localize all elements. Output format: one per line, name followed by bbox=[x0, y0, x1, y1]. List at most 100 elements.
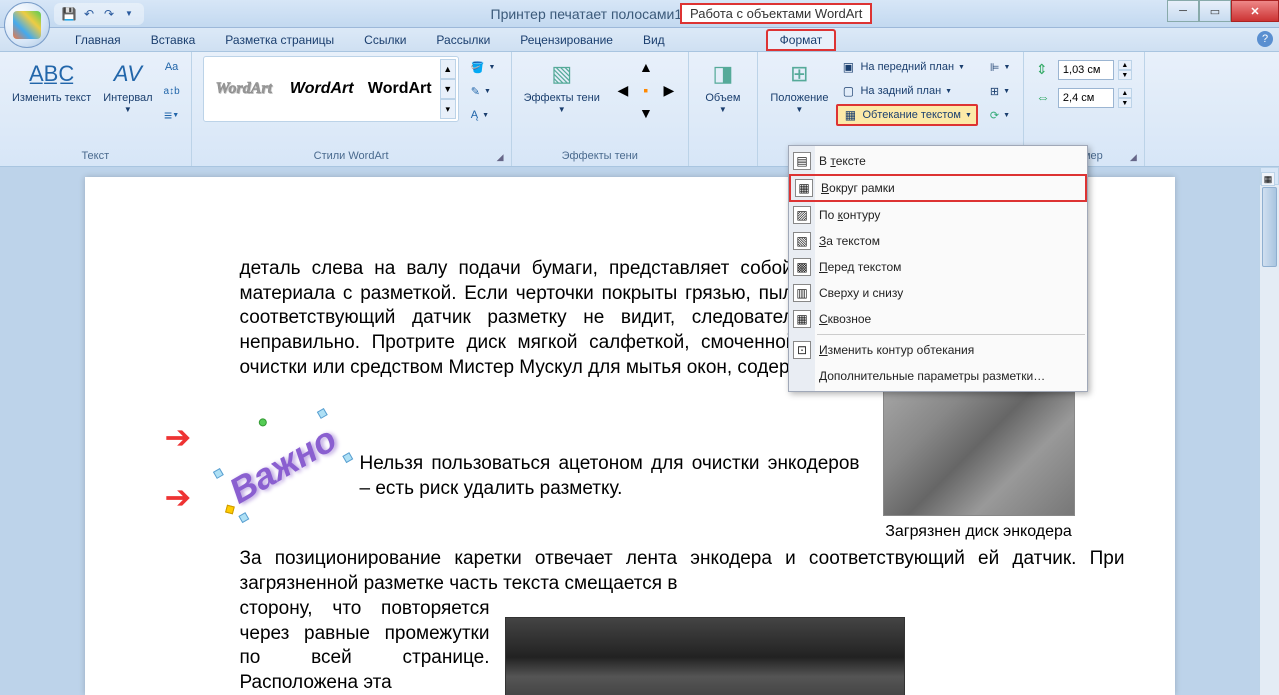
tab-format[interactable]: Формат bbox=[766, 29, 837, 51]
gallery-up-button[interactable]: ▲ bbox=[440, 59, 456, 79]
rotate-icon: ⟳ bbox=[990, 109, 999, 122]
encoder-disc-image[interactable] bbox=[883, 372, 1075, 516]
shadow-nudge-right[interactable]: ▶ bbox=[658, 79, 680, 101]
annotation-arrow-2: ➔ bbox=[165, 477, 192, 519]
spacing-button[interactable]: AV Интервал ▼ bbox=[99, 56, 156, 116]
wrap-topbottom-item[interactable]: ▥ Сверху и снизу bbox=[789, 280, 1087, 306]
align-button[interactable]: ⊫▼ bbox=[986, 56, 1015, 78]
qat-redo-button[interactable]: ↷ bbox=[100, 5, 118, 23]
position-icon: ⊞ bbox=[783, 58, 815, 90]
height-down[interactable]: ▼ bbox=[1118, 70, 1132, 80]
wordart-style-2[interactable]: WordArt bbox=[284, 60, 360, 118]
height-up[interactable]: ▲ bbox=[1118, 60, 1132, 70]
adjust-handle[interactable] bbox=[224, 504, 234, 514]
wrap-inline-item[interactable]: ▤ В тексте bbox=[789, 148, 1087, 174]
ribbon-group-3d: ◨ Объем ▼ bbox=[689, 52, 758, 166]
maximize-button[interactable]: ▭ bbox=[1199, 0, 1231, 22]
shadow-nudge-left[interactable]: ◀ bbox=[612, 79, 634, 101]
width-icon: ⇔ bbox=[1036, 89, 1054, 107]
printer-image[interactable] bbox=[505, 617, 905, 695]
wordart-style-1[interactable]: WordArt bbox=[206, 60, 282, 118]
tab-view[interactable]: Вид bbox=[628, 28, 680, 51]
ribbon-group-wordart-styles: WordArt WordArt WordArt ▲ ▼ ▾ 🪣▼ ✎▼ Ą▼ С… bbox=[192, 52, 512, 166]
wrap-topbottom-icon: ▥ bbox=[793, 284, 811, 302]
gallery-scroll: ▲ ▼ ▾ bbox=[440, 59, 456, 119]
minimize-button[interactable]: ─ bbox=[1167, 0, 1199, 22]
wrap-tight-item[interactable]: ▨ По контуру bbox=[789, 202, 1087, 228]
width-control: ⇔ ▲▼ bbox=[1036, 88, 1132, 108]
qat-undo-button[interactable]: ↶ bbox=[80, 5, 98, 23]
position-button[interactable]: ⊞ Положение ▼ bbox=[766, 56, 832, 116]
shadow-nudge-down[interactable]: ▼ bbox=[635, 102, 657, 124]
spacing-icon: AV bbox=[112, 58, 144, 90]
align-icon: ⊫ bbox=[990, 61, 1000, 74]
office-button[interactable] bbox=[4, 2, 50, 48]
titlebar: 💾 ↶ ↷ ▼ Принтер печатает полосами1 - Mic… bbox=[0, 0, 1279, 28]
scroll-thumb[interactable] bbox=[1262, 187, 1277, 267]
ruler-toggle-button[interactable]: ▦ bbox=[1261, 172, 1275, 186]
paragraph-2: Нельзя пользоваться ацетоном для очистки… bbox=[360, 452, 860, 501]
wrap-square-item[interactable]: ▦ Вокруг рамки bbox=[789, 174, 1087, 202]
tab-review[interactable]: Рецензирование bbox=[505, 28, 628, 51]
text-wrapping-dropdown: ▤ В тексте ▦ Вокруг рамки ▨ По контуру ▧… bbox=[788, 145, 1088, 392]
chevron-down-icon: ▼ bbox=[558, 105, 566, 114]
group-label-text: Текст bbox=[8, 148, 183, 164]
annotation-arrow-1: ➔ bbox=[165, 417, 192, 459]
vertical-text-button[interactable]: a↕b bbox=[161, 80, 183, 102]
edit-points-icon: ⊡ bbox=[793, 341, 811, 359]
qat-customize-button[interactable]: ▼ bbox=[120, 5, 138, 23]
styles-dialog-launcher[interactable]: ◢ bbox=[497, 152, 509, 164]
send-to-back-button[interactable]: ▢ На задний план ▼ bbox=[836, 80, 977, 102]
same-height-button[interactable]: Aa bbox=[161, 56, 183, 78]
qat-save-button[interactable]: 💾 bbox=[60, 5, 78, 23]
more-layout-options-item[interactable]: Дополнительные параметры разметки… bbox=[789, 363, 1087, 389]
height-input[interactable] bbox=[1058, 60, 1114, 80]
tab-home[interactable]: Главная bbox=[60, 28, 136, 51]
height-control: ⇕ ▲▼ bbox=[1036, 60, 1132, 80]
resize-handle-tl[interactable] bbox=[212, 468, 223, 479]
3d-effects-button[interactable]: ◨ Объем ▼ bbox=[697, 56, 749, 116]
shape-outline-button[interactable]: ✎▼ bbox=[467, 80, 500, 102]
wordart-object[interactable]: Важно bbox=[221, 416, 345, 515]
vertical-scrollbar: ▲ bbox=[1259, 167, 1279, 695]
help-button[interactable]: ? bbox=[1257, 31, 1273, 47]
gallery-more-button[interactable]: ▾ bbox=[440, 99, 456, 119]
wordart-style-3[interactable]: WordArt bbox=[362, 60, 438, 118]
tab-mailings[interactable]: Рассылки bbox=[421, 28, 505, 51]
shadow-effects-button[interactable]: ▧ Эффекты тени ▼ bbox=[520, 56, 604, 116]
contextual-tab-title: Работа с объектами WordArt bbox=[680, 3, 872, 24]
resize-handle-br[interactable] bbox=[342, 452, 353, 463]
width-input[interactable] bbox=[1058, 88, 1114, 108]
bring-to-front-button[interactable]: ▣ На передний план ▼ bbox=[836, 56, 977, 78]
change-shape-button[interactable]: Ą▼ bbox=[467, 104, 500, 126]
office-logo-icon bbox=[13, 11, 41, 39]
wrap-through-item[interactable]: ▦ Сквозное bbox=[789, 306, 1087, 332]
paragraph-3: За позиционирование каретки отвечает лен… bbox=[240, 547, 1125, 596]
size-dialog-launcher[interactable]: ◢ bbox=[1130, 152, 1142, 164]
shadow-nudge-up[interactable]: ▲ bbox=[635, 56, 657, 78]
rotate-button[interactable]: ⟳▼ bbox=[986, 104, 1015, 126]
ribbon-group-shadow: ▧ Эффекты тени ▼ ▲ ◀ ▪ ▶ ▼ Эффекты тени bbox=[512, 52, 689, 166]
rotation-handle[interactable] bbox=[257, 417, 268, 428]
align-text-button[interactable]: ≡▼ bbox=[161, 104, 183, 126]
tab-references[interactable]: Ссылки bbox=[349, 28, 421, 51]
resize-handle-tr[interactable] bbox=[317, 408, 328, 419]
width-down[interactable]: ▼ bbox=[1118, 98, 1132, 108]
close-button[interactable]: ✕ bbox=[1231, 0, 1279, 22]
width-up[interactable]: ▲ bbox=[1118, 88, 1132, 98]
tab-page-layout[interactable]: Разметка страницы bbox=[210, 28, 349, 51]
3d-icon: ◨ bbox=[707, 58, 739, 90]
ribbon-tab-bar: Главная Вставка Разметка страницы Ссылки… bbox=[0, 28, 1279, 52]
bring-front-icon: ▣ bbox=[840, 59, 856, 75]
wrap-behind-item[interactable]: ▧ За текстом bbox=[789, 228, 1087, 254]
wrap-front-item[interactable]: ▩ Перед текстом bbox=[789, 254, 1087, 280]
edit-wrap-points-item[interactable]: ⊡ Изменить контур обтекания bbox=[789, 337, 1087, 363]
tab-insert[interactable]: Вставка bbox=[136, 28, 211, 51]
resize-handle-bl[interactable] bbox=[238, 512, 249, 523]
group-button[interactable]: ⊞▼ bbox=[986, 80, 1015, 102]
shadow-toggle[interactable]: ▪ bbox=[635, 79, 657, 101]
text-wrapping-button[interactable]: ▦ Обтекание текстом ▼ bbox=[836, 104, 977, 126]
edit-text-button[interactable]: A̲B̲C̲ Изменить текст bbox=[8, 56, 95, 107]
shape-fill-button[interactable]: 🪣▼ bbox=[467, 56, 500, 78]
gallery-down-button[interactable]: ▼ bbox=[440, 79, 456, 99]
